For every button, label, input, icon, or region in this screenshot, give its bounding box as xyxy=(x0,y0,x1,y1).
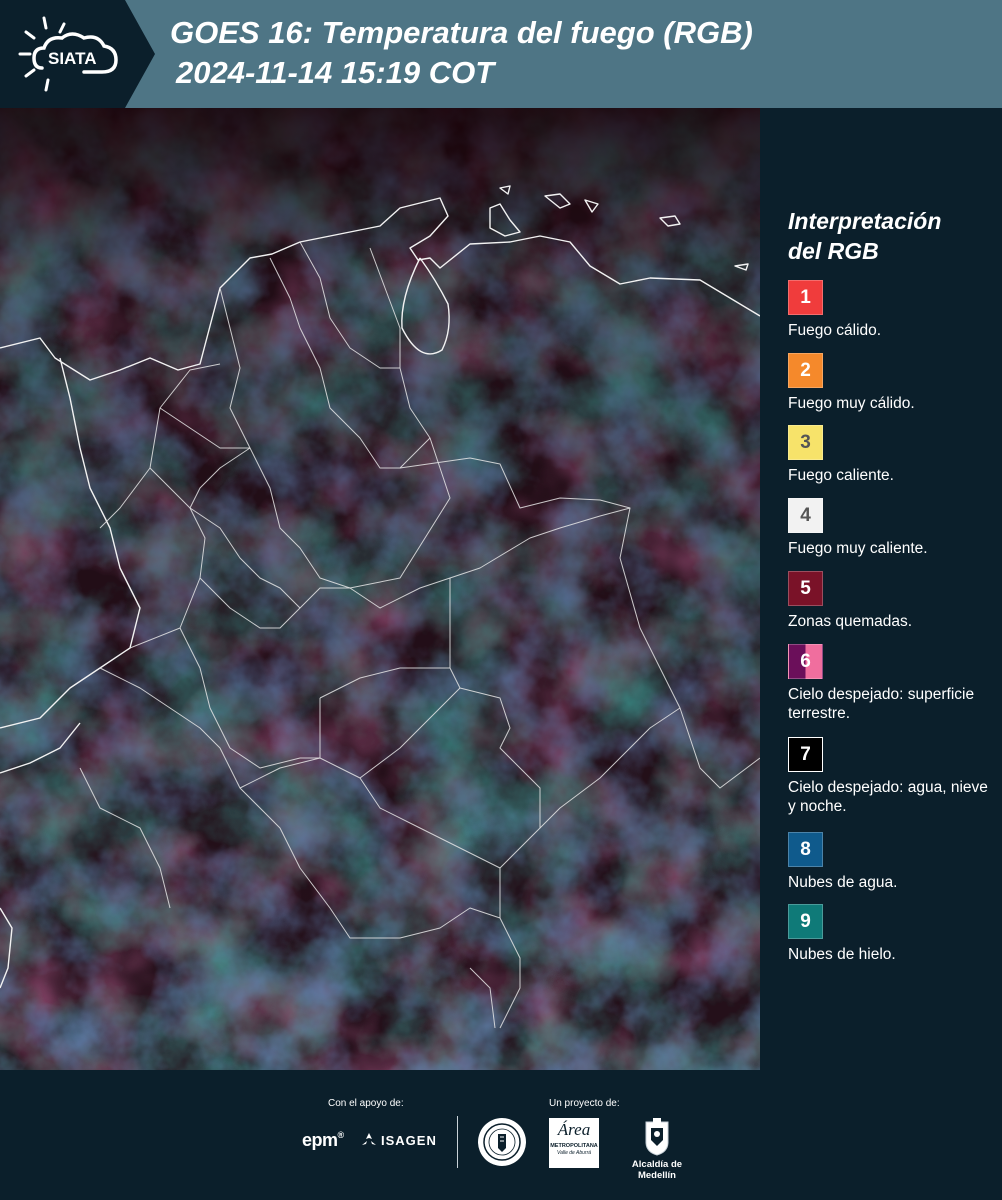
support-label: Con el apoyo de: xyxy=(328,1098,404,1109)
page-title: GOES 16: Temperatura del fuego (RGB) xyxy=(170,15,753,50)
legend-item-5: 5 Zonas quemadas. xyxy=(788,571,998,631)
legend-swatch-3: 3 xyxy=(788,425,823,460)
legend-label-7: Cielo despejado: agua, nieve y noche. xyxy=(788,779,988,815)
legend-item-9: 9 Nubes de hielo. xyxy=(788,904,998,964)
legend-item-4: 4 Fuego muy caliente. xyxy=(788,498,998,558)
legend-panel: Interpretación del RGB 1 Fuego cálido. 2… xyxy=(760,108,1002,1070)
area-logo-text: Área xyxy=(557,1120,591,1139)
legend-label-4: Fuego muy caliente. xyxy=(788,540,928,557)
legend-swatch-6: 6 xyxy=(788,644,823,679)
legend-label-5: Zonas quemadas. xyxy=(788,613,913,630)
legend-label-8: Nubes de agua. xyxy=(788,874,898,891)
page-subtitle: 2024-11-14 15:19 COT xyxy=(176,55,495,90)
legend-swatch-1: 1 xyxy=(788,280,823,315)
legend-label-3: Fuego caliente. xyxy=(788,467,894,484)
isagen-logo-text: ISAGEN xyxy=(381,1132,437,1148)
legend-swatch-2: 2 xyxy=(788,353,823,388)
epm-logo-text: epm xyxy=(302,1130,338,1150)
footer-divider xyxy=(457,1116,458,1168)
map-image xyxy=(0,108,760,1070)
legend-title-line1: Interpretación xyxy=(788,208,942,234)
isagen-icon xyxy=(362,1133,376,1145)
alcaldia-medellin-logo: Alcaldía de Medellín xyxy=(612,1118,702,1181)
seal-icon xyxy=(483,1123,521,1161)
legend-label-1: Fuego cálido. xyxy=(788,322,882,339)
legend-item-1: 1 Fuego cálido. xyxy=(788,280,998,340)
legend-swatch-5: 5 xyxy=(788,571,823,606)
siata-logo: SIATA xyxy=(12,10,132,98)
siata-logo-text: SIATA xyxy=(48,49,96,68)
alcaldia-logo-text: Alcaldía de Medellín xyxy=(631,1159,683,1181)
project-label: Un proyecto de: xyxy=(549,1098,620,1109)
legend-item-6: 6 Cielo despejado: superficie terrestre. xyxy=(788,644,998,723)
legend-swatch-9: 9 xyxy=(788,904,823,939)
area-metropolitana-logo: Área METROPOLITANA Valle de Aburrá xyxy=(549,1118,599,1168)
area-logo-sub: Valle de Aburrá xyxy=(556,1150,592,1156)
legend-swatch-7: 7 xyxy=(788,737,823,772)
legend-title: Interpretación del RGB xyxy=(788,206,988,266)
medellin-shield-icon xyxy=(645,1118,669,1156)
isagen-logo: ISAGEN xyxy=(360,1132,437,1148)
legend-item-7: 7 Cielo despejado: agua, nieve y noche. xyxy=(788,737,998,816)
legend-label-2: Fuego muy cálido. xyxy=(788,395,915,412)
legend-label-9: Nubes de hielo. xyxy=(788,946,896,963)
legend-item-2: 2 Fuego muy cálido. xyxy=(788,353,998,413)
satellite-map xyxy=(0,108,760,1070)
epm-logo: epm® xyxy=(302,1130,344,1150)
header: SIATA GOES 16: Temperatura del fuego (RG… xyxy=(0,0,1002,108)
legend-swatch-4: 4 xyxy=(788,498,823,533)
legend-item-3: 3 Fuego caliente. xyxy=(788,425,998,485)
area-logo-metropolitana: METROPOLITANA xyxy=(550,1143,598,1149)
footer: Con el apoyo de: Un proyecto de: epm® IS… xyxy=(0,1070,1002,1200)
legend-item-8: 8 Nubes de agua. xyxy=(788,832,998,892)
university-seal-logo xyxy=(478,1118,526,1166)
legend-label-6: Cielo despejado: superficie terrestre. xyxy=(788,686,975,722)
legend-title-line2: del RGB xyxy=(788,238,879,264)
legend-swatch-8: 8 xyxy=(788,832,823,867)
